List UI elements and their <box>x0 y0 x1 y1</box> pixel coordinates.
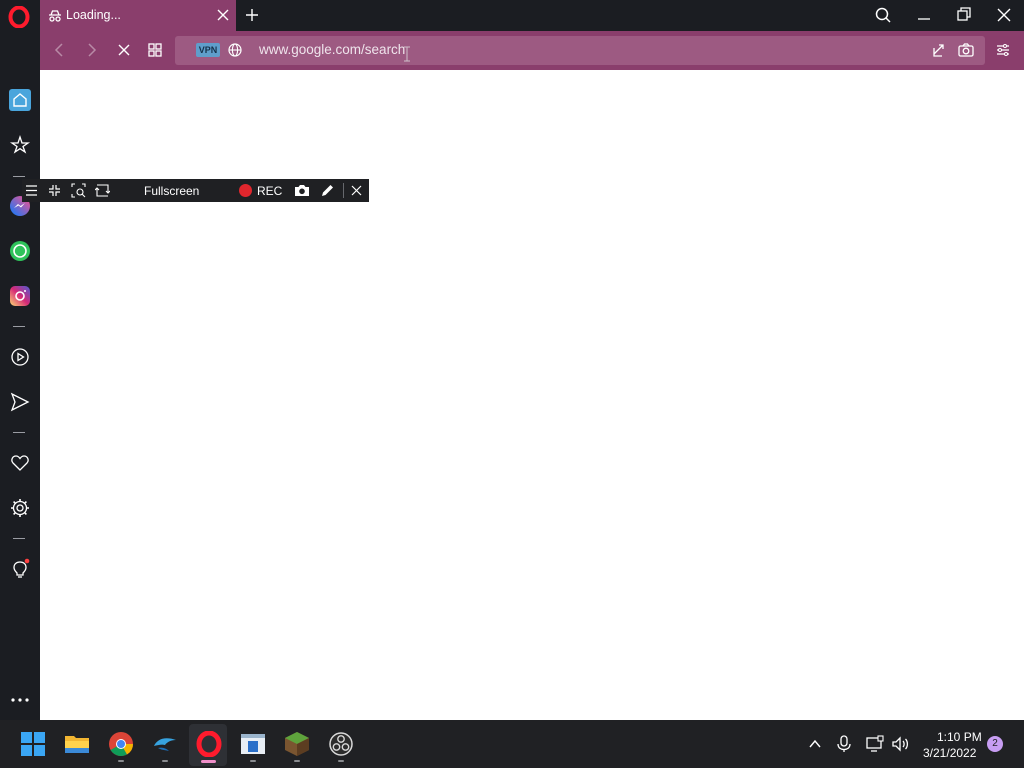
volume-icon[interactable] <box>891 735 909 753</box>
back-icon[interactable] <box>51 41 69 59</box>
running-indicator <box>338 760 344 762</box>
speed-dial-icon[interactable] <box>146 41 164 59</box>
page-content[interactable] <box>40 70 1024 720</box>
running-indicator <box>118 760 124 762</box>
settings-icon[interactable] <box>9 497 31 519</box>
forward-icon[interactable] <box>82 41 100 59</box>
lightbulb-icon[interactable] <box>9 558 31 580</box>
clock-date[interactable]: 3/21/2022 <box>923 746 976 760</box>
incognito-icon <box>49 10 61 22</box>
running-indicator <box>250 760 256 762</box>
vpn-badge[interactable]: VPN <box>196 43 220 57</box>
running-indicator <box>162 760 168 762</box>
minecraft-icon[interactable] <box>284 731 310 757</box>
more-icon[interactable] <box>9 689 31 711</box>
whatsapp-icon[interactable] <box>9 240 31 262</box>
close-capture-icon[interactable] <box>349 183 364 198</box>
menu-icon[interactable] <box>24 183 39 198</box>
network-icon[interactable] <box>866 735 884 753</box>
windows-start-icon[interactable] <box>20 731 46 757</box>
new-tab-icon[interactable] <box>243 6 261 24</box>
chrome-icon[interactable] <box>108 731 134 757</box>
record-icon[interactable] <box>239 184 252 197</box>
text-cursor-icon <box>404 46 410 62</box>
toolbar-divider <box>343 183 344 198</box>
globe-icon[interactable] <box>226 41 244 59</box>
sidebar-divider <box>13 176 25 177</box>
opera-logo-icon[interactable] <box>8 6 30 28</box>
star-icon[interactable] <box>9 134 31 156</box>
easy-setup-icon[interactable] <box>994 41 1012 59</box>
home-icon[interactable] <box>9 89 31 111</box>
running-indicator <box>294 760 300 762</box>
fullscreen-label[interactable]: Fullscreen <box>144 184 199 198</box>
exit-fullscreen-icon[interactable] <box>47 183 62 198</box>
active-indicator <box>201 760 216 763</box>
rec-label[interactable]: REC <box>257 184 282 198</box>
camera-icon[interactable] <box>294 183 310 198</box>
app-window-icon[interactable] <box>240 731 266 757</box>
snapshot-icon[interactable] <box>957 41 975 59</box>
stop-loading-icon[interactable] <box>115 41 133 59</box>
microphone-icon[interactable] <box>836 735 852 753</box>
sidebar-divider <box>13 538 25 539</box>
instagram-icon[interactable] <box>9 285 31 307</box>
region-select-icon[interactable] <box>71 183 86 198</box>
share-icon[interactable] <box>931 41 949 59</box>
search-tabs-icon[interactable] <box>873 5 893 25</box>
sidebar-divider <box>13 432 25 433</box>
close-window-icon[interactable] <box>994 5 1014 25</box>
clock-time[interactable]: 1:10 PM <box>937 730 982 744</box>
heart-icon[interactable] <box>9 452 31 474</box>
opera-icon[interactable] <box>196 731 222 757</box>
url-input[interactable]: www.google.com/search <box>259 42 405 57</box>
pencil-icon[interactable] <box>320 183 335 198</box>
tab-close-icon[interactable] <box>214 6 232 24</box>
dolphin-icon[interactable] <box>152 731 178 757</box>
chevron-up-icon[interactable] <box>807 736 823 752</box>
notification-badge[interactable]: 2 <box>987 736 1003 752</box>
tab-title: Loading... <box>66 8 121 22</box>
send-icon[interactable] <box>9 391 31 413</box>
player-icon[interactable] <box>9 346 31 368</box>
obs-icon[interactable] <box>328 731 354 757</box>
sidebar-divider <box>13 326 25 327</box>
file-explorer-icon[interactable] <box>64 731 90 757</box>
minimize-icon[interactable] <box>914 5 934 25</box>
restore-icon[interactable] <box>954 5 974 25</box>
rotate-icon[interactable] <box>95 183 110 198</box>
